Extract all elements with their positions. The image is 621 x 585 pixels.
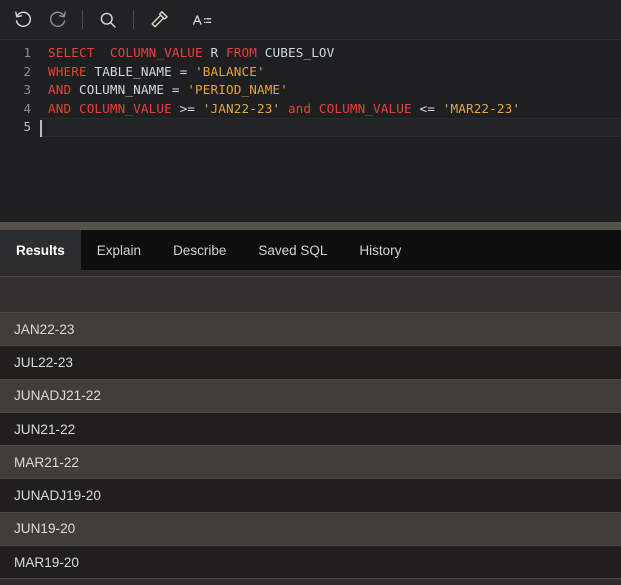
- undo-button[interactable]: [6, 5, 40, 35]
- code-token-op: [71, 82, 79, 97]
- table-cell: JUNADJ21-22: [0, 378, 621, 413]
- code-line[interactable]: WHERE TABLE_NAME = 'BALANCE': [40, 63, 621, 82]
- code-token-kw: SELECT: [48, 45, 95, 60]
- table-row[interactable]: MAR21-22: [0, 445, 621, 480]
- search-icon: [98, 10, 118, 30]
- toolbar-separator-2: [133, 10, 134, 29]
- code-token-str: 'JAN22-23': [202, 100, 281, 116]
- tab-label: Results: [16, 242, 65, 258]
- results-table-body: JAN22-23 JUL22-23 JUNADJ21-22 JUN21-22 MAR21…: [0, 276, 621, 580]
- code-token-idf: TABLE_NAME: [94, 63, 172, 79]
- table-cell: JAN22-23: [0, 311, 621, 347]
- table-header-row: [0, 276, 621, 313]
- code-token-kw: WHERE: [48, 63, 87, 79]
- tab-label: Explain: [96, 242, 142, 258]
- table-cell: MAR21-22: [0, 445, 621, 480]
- table-row[interactable]: MAR19-20: [0, 545, 621, 580]
- tab-saved-sql[interactable]: Saved SQL: [242, 230, 343, 270]
- table-row[interactable]: JUL22-23: [0, 345, 621, 380]
- panel-splitter[interactable]: [0, 222, 621, 230]
- results-panel: JAN22-23 JUL22-23 JUNADJ21-22 JUN21-22 MAR21…: [0, 270, 621, 585]
- line-number: 5: [23, 119, 31, 134]
- code-token-op: =: [164, 82, 188, 97]
- undo-icon: [13, 9, 34, 30]
- code-token-op: [218, 45, 226, 60]
- hammer-icon: [149, 9, 170, 30]
- redo-icon: [47, 9, 68, 30]
- redo-button[interactable]: [40, 5, 74, 35]
- code-token-str: 'MAR22-23': [442, 100, 521, 116]
- editor-toolbar: [0, 0, 621, 40]
- code-token-kw: and COLUMN_VALUE: [287, 100, 412, 116]
- line-number-gutter: 1 2 3 4 5: [0, 40, 40, 222]
- table-cell: JUL22-23: [0, 345, 621, 380]
- code-token-op: [203, 45, 211, 60]
- table-cell: MAR19-20: [0, 545, 621, 580]
- line-number: 3: [23, 82, 31, 97]
- code-token-idf: COLUMN_NAME: [78, 82, 165, 97]
- code-token-op: >=: [171, 100, 203, 116]
- tab-label: History: [359, 242, 402, 258]
- code-line[interactable]: SELECT COLUMN_VALUE R FROM CUBES_LOV: [40, 44, 621, 63]
- sql-code-area[interactable]: SELECT COLUMN_VALUE R FROM CUBES_LOV WHER…: [32, 40, 621, 222]
- code-token-op: =: [171, 63, 196, 79]
- font-size-button[interactable]: [185, 5, 219, 35]
- code-token-op: <=: [411, 100, 443, 116]
- search-button[interactable]: [91, 5, 125, 35]
- code-token-kw: AND COLUMN_VALUE: [48, 100, 172, 116]
- tab-results[interactable]: Results: [0, 230, 81, 270]
- code-token-op: [257, 45, 265, 60]
- tab-describe[interactable]: Describe: [157, 230, 242, 270]
- line-number: 2: [23, 63, 31, 79]
- tab-explain[interactable]: Explain: [81, 230, 157, 270]
- table-row[interactable]: JUN21-22: [0, 411, 621, 447]
- table-row[interactable]: JUN19-20: [0, 511, 621, 547]
- code-token-kw: AND: [48, 82, 72, 97]
- table-cell: JUN19-20: [0, 511, 621, 547]
- results-tabbar: Results Explain Describe Saved SQL History: [0, 230, 621, 270]
- font-size-icon: [191, 11, 213, 29]
- text-caret: [40, 120, 42, 137]
- code-token-kw: COLUMN_VALUE: [109, 45, 203, 60]
- table-row[interactable]: JUNADJ19-20: [0, 478, 621, 513]
- tab-label: Saved SQL: [258, 242, 328, 258]
- table-row[interactable]: JUNADJ21-22: [0, 378, 621, 413]
- tab-history[interactable]: History: [343, 230, 417, 270]
- line-number: 4: [23, 100, 31, 116]
- code-token-op: [94, 45, 109, 60]
- sql-editor[interactable]: 1 2 3 4 5 SELECT COLUMN_VALUE R FROM CUBES_L…: [0, 40, 621, 222]
- code-token-str: 'PERIOD_NAME': [187, 82, 288, 97]
- code-token-kw: FROM: [226, 45, 258, 60]
- table-row[interactable]: JAN22-23: [0, 311, 621, 347]
- column-header[interactable]: [0, 276, 621, 313]
- table-cell: JUNADJ19-20: [0, 478, 621, 513]
- code-line[interactable]: AND COLUMN_NAME = 'PERIOD_NAME': [40, 81, 621, 100]
- results-table: JAN22-23 JUL22-23 JUNADJ21-22 JUN21-22 MAR21…: [0, 276, 621, 580]
- sql-workshop-window: 1 2 3 4 5 SELECT COLUMN_VALUE R FROM CUBES_L…: [0, 0, 621, 585]
- format-tool-button[interactable]: [142, 5, 176, 35]
- code-line[interactable]: [32, 118, 621, 137]
- toolbar-separator-1: [82, 10, 83, 29]
- code-token-op: [280, 101, 288, 116]
- code-line[interactable]: AND COLUMN_VALUE >= 'JAN22-23' and COLUM…: [40, 100, 621, 119]
- line-number: 1: [23, 45, 31, 60]
- tab-label: Describe: [173, 242, 227, 258]
- code-token-str: 'BALANCE': [195, 63, 265, 79]
- code-token-idf: CUBES_LOV: [264, 45, 335, 60]
- table-cell: JUN21-22: [0, 411, 621, 447]
